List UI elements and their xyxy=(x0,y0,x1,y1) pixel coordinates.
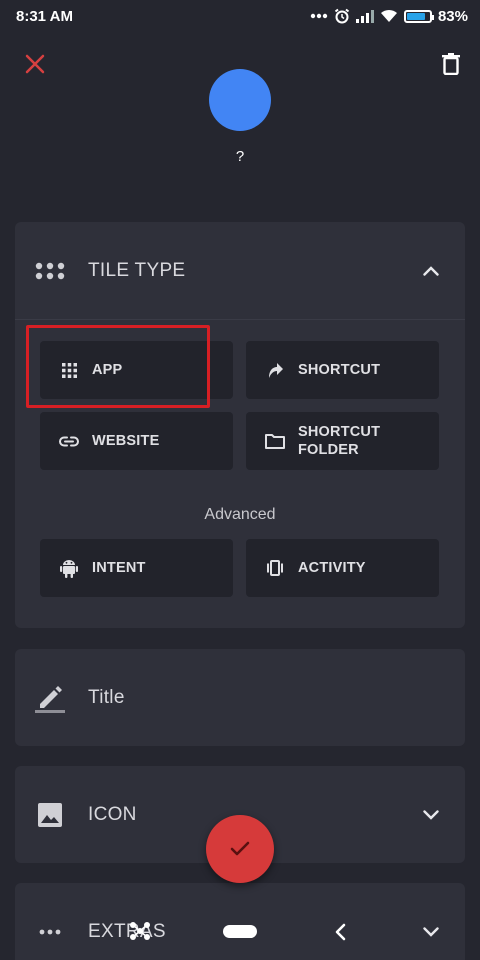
app-type-label: APP xyxy=(92,362,123,378)
tile-type-header[interactable]: TILE TYPE xyxy=(15,222,465,320)
battery-icon xyxy=(403,9,434,23)
chevron-down-icon[interactable] xyxy=(419,803,443,827)
close-button[interactable] xyxy=(22,51,48,77)
shortcut-folder-type-button[interactable]: SHORTCUT FOLDER xyxy=(246,412,439,470)
activity-type-label: ACTIVITY xyxy=(298,560,366,576)
intent-type-button[interactable]: INTENT xyxy=(40,539,233,597)
status-icons: 83% xyxy=(310,8,468,25)
more-dots-icon xyxy=(310,13,328,19)
title-header[interactable]: Title xyxy=(15,649,465,746)
tile-name: ? xyxy=(235,148,245,165)
shortcut-folder-type-label: SHORTCUT FOLDER xyxy=(298,424,381,458)
shortcut-type-label: SHORTCUT xyxy=(298,362,381,378)
network-nodes-icon xyxy=(130,922,150,940)
divider xyxy=(15,319,465,320)
android-icon xyxy=(58,557,80,579)
back-chevron-icon xyxy=(335,923,346,941)
tile-type-label: TILE TYPE xyxy=(88,260,186,281)
chevron-up-icon[interactable] xyxy=(419,259,443,283)
folder-icon xyxy=(264,430,286,452)
nav-assistant-button[interactable] xyxy=(126,920,154,942)
system-nav-bar xyxy=(0,908,480,956)
checkmark-icon xyxy=(230,841,250,856)
dots-grid-icon xyxy=(35,256,65,286)
tile-color-avatar[interactable] xyxy=(209,69,271,131)
signal-icon xyxy=(355,10,374,23)
status-bar: 8:31 AM 83% xyxy=(0,0,480,32)
nav-home-button[interactable] xyxy=(222,923,258,939)
extras-chevron-button[interactable] xyxy=(419,922,443,942)
save-fab-button[interactable] xyxy=(206,815,274,883)
image-icon xyxy=(35,800,65,830)
link-icon xyxy=(58,430,80,452)
battery-percent: 83% xyxy=(437,7,468,25)
chevron-down-icon xyxy=(423,927,439,937)
shortcut-arrow-icon xyxy=(264,359,286,381)
website-type-button[interactable]: WEBSITE xyxy=(40,412,233,470)
title-label: Title xyxy=(88,686,125,708)
delete-button[interactable] xyxy=(438,50,464,78)
status-time: 8:31 AM xyxy=(16,7,73,25)
wifi-icon xyxy=(380,9,397,22)
activity-icon xyxy=(264,557,286,579)
shortcut-type-button[interactable]: SHORTCUT xyxy=(246,341,439,399)
activity-type-button[interactable]: ACTIVITY xyxy=(246,539,439,597)
intent-type-label: INTENT xyxy=(92,560,146,576)
advanced-label: Advanced xyxy=(204,506,276,523)
title-card[interactable]: Title xyxy=(15,649,465,746)
website-type-label: WEBSITE xyxy=(92,433,160,449)
app-type-button[interactable]: APP xyxy=(40,341,233,399)
alarm-icon xyxy=(334,8,350,24)
apps-grid-icon xyxy=(58,359,80,381)
nav-back-button[interactable] xyxy=(328,920,352,944)
trash-icon xyxy=(442,53,460,75)
icon-label: ICON xyxy=(88,803,137,825)
home-pill-icon xyxy=(223,924,257,938)
close-icon xyxy=(25,54,45,74)
edit-pencil-icon xyxy=(35,683,65,713)
tile-type-card: TILE TYPE APP SHORTCUT WEBSITE SHORTCUT … xyxy=(15,222,465,628)
